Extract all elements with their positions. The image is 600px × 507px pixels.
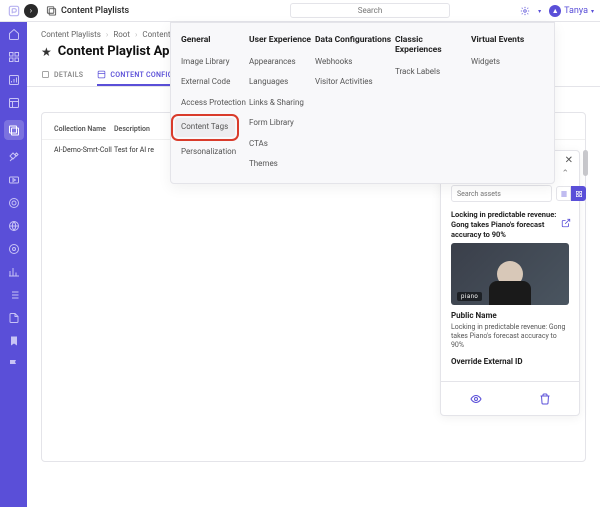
preview-icon[interactable] (470, 390, 482, 409)
menu-header-virtual: Virtual Events (471, 35, 531, 45)
user-name: Tanya (564, 6, 588, 16)
nav-home-icon[interactable] (8, 28, 20, 40)
user-menu[interactable]: ▲ Tanya ▾ (549, 5, 594, 17)
menu-item-external-code[interactable]: External Code (181, 77, 249, 87)
settings-caret[interactable]: ▾ (538, 8, 541, 15)
nav-list-icon[interactable] (8, 289, 20, 301)
left-nav-rail (0, 22, 27, 507)
menu-header-data: Data Configurations (315, 35, 395, 45)
asset-thumbnail[interactable]: piano (451, 243, 569, 305)
asset-search-input[interactable] (451, 185, 552, 202)
nav-globe-icon[interactable] (8, 220, 20, 232)
menu-item-personalization[interactable]: Personalization (181, 147, 249, 157)
nav-circle-icon[interactable] (8, 243, 20, 255)
override-panel: ✕ Override Settings? ⌃ Locking in predic… (440, 150, 580, 416)
thumbnail-tag: piano (457, 292, 482, 301)
menu-item-links-sharing[interactable]: Links & Sharing (249, 98, 315, 108)
col-header-desc: Description (114, 125, 150, 133)
menu-item-image-library[interactable]: Image Library (181, 57, 249, 67)
cell-desc: Test for AI re (114, 146, 154, 154)
menu-header-ux: User Experience (249, 35, 315, 45)
nav-toggle[interactable]: › (24, 4, 38, 18)
settings-icon[interactable] (520, 6, 530, 16)
close-icon[interactable]: ✕ (565, 155, 573, 166)
menu-item-webhooks[interactable]: Webhooks (315, 57, 395, 67)
menu-item-access-protection[interactable]: Access Protection (181, 98, 249, 108)
menu-item-appearances[interactable]: Appearances (249, 57, 315, 67)
external-link-icon[interactable] (561, 218, 571, 231)
public-name-label: Public Name (451, 311, 569, 320)
public-name-value: Locking in predictable revenue: Gong tak… (451, 323, 569, 350)
col-header-name: Collection Name (54, 125, 114, 133)
settings-megamenu: General Image Library External Code Acce… (170, 22, 555, 184)
view-grid-icon[interactable] (571, 186, 586, 201)
global-search[interactable] (290, 3, 450, 18)
config-icon (97, 70, 106, 79)
menu-item-ctas[interactable]: CTAs (249, 139, 315, 149)
nav-chart-icon[interactable] (8, 74, 20, 86)
breadcrumb-item[interactable]: Root (113, 30, 130, 39)
menu-item-content-tags[interactable]: Content Tags (175, 118, 235, 136)
collapse-icon[interactable]: ⌃ (561, 169, 569, 179)
menu-item-visitor-activities[interactable]: Visitor Activities (315, 77, 395, 87)
view-list-icon[interactable] (556, 186, 571, 201)
nav-target-icon[interactable] (8, 197, 20, 209)
nav-content-icon[interactable] (4, 120, 24, 140)
nav-flag-icon[interactable] (8, 358, 20, 370)
details-icon (41, 70, 50, 79)
nav-doc-icon[interactable] (8, 312, 20, 324)
brand-logo (0, 0, 27, 22)
search-input[interactable] (290, 3, 450, 18)
tab-details[interactable]: DETAILS (41, 65, 83, 86)
menu-header-classic: Classic Experiences (395, 35, 471, 55)
breadcrumb-item[interactable]: Content Playlists (41, 30, 101, 39)
avatar-icon: ▲ (549, 5, 561, 17)
nav-video-icon[interactable] (8, 174, 20, 186)
menu-header-general: General (181, 35, 249, 45)
menu-item-languages[interactable]: Languages (249, 77, 315, 87)
menu-item-form-library[interactable]: Form Library (249, 118, 315, 128)
nav-tools-icon[interactable] (8, 151, 20, 163)
top-bar: › Content Playlists ▾ ▲ Tanya ▾ (0, 0, 600, 22)
app-title: Content Playlists (46, 5, 129, 16)
menu-item-track-labels[interactable]: Track Labels (395, 67, 471, 77)
nav-analytics-icon[interactable] (8, 266, 20, 278)
menu-item-themes[interactable]: Themes (249, 159, 315, 169)
external-id-label: Override External ID (451, 357, 569, 366)
asset-title: Locking in predictable revenue: Gong tak… (451, 210, 569, 239)
nav-bookmark-icon[interactable] (8, 335, 20, 347)
nav-grid-icon[interactable] (8, 51, 20, 63)
playlist-icon (46, 5, 57, 16)
delete-icon[interactable] (539, 390, 551, 409)
menu-item-widgets[interactable]: Widgets (471, 57, 531, 67)
cell-name: AI-Demo-Smrt-Coll (54, 146, 114, 154)
nav-layers-icon[interactable] (8, 97, 20, 109)
favorite-star-icon[interactable]: ★ (41, 45, 52, 59)
